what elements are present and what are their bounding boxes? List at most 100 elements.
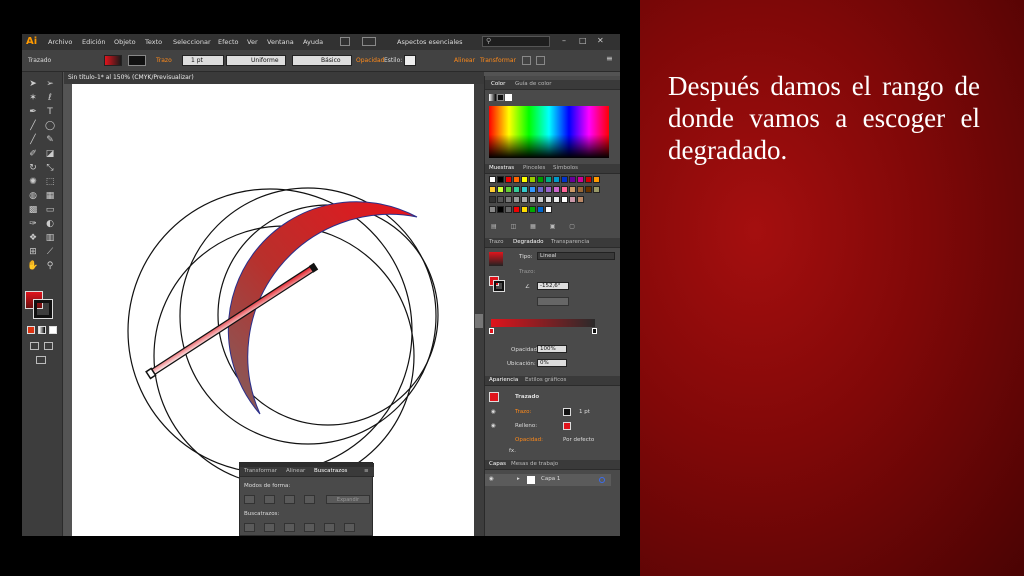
menu-objeto[interactable]: Objeto	[114, 38, 136, 46]
unite-icon[interactable]	[244, 495, 255, 504]
type-tool-icon[interactable]: T	[44, 106, 56, 118]
warp-tool-icon[interactable]: ✺	[27, 176, 39, 188]
style-swatch[interactable]	[404, 55, 416, 66]
appearance-fill-label[interactable]: Relleno:	[515, 423, 537, 429]
magic-wand-tool-icon[interactable]: ✶	[27, 92, 39, 104]
paintbrush-tool-icon[interactable]: ╱	[27, 134, 39, 146]
gradient-type-select[interactable]: Lineal	[537, 252, 615, 260]
stroke-color-box[interactable]	[33, 299, 53, 319]
blend-tool-icon[interactable]: ◐	[44, 218, 56, 230]
zoom-tool-icon[interactable]: ⚲	[44, 260, 56, 272]
direct-selection-tool-icon[interactable]: ➢	[44, 78, 56, 90]
gradient-fill-icon[interactable]	[489, 94, 496, 101]
eyedropper-tool-icon[interactable]: ✑	[27, 218, 39, 230]
tab-color[interactable]: Color	[491, 81, 505, 87]
align-link[interactable]: Alinear	[454, 55, 475, 66]
tab-transparencia[interactable]: Transparencia	[551, 239, 589, 245]
menu-ayuda[interactable]: Ayuda	[303, 38, 323, 46]
stroke-profile-select[interactable]: Uniforme	[226, 55, 286, 66]
gradient-slider[interactable]	[491, 319, 595, 327]
swatch-row-3[interactable]	[489, 196, 585, 203]
artboard-tool-icon[interactable]: ⊞	[27, 246, 39, 258]
arrange-documents-icon[interactable]	[362, 37, 376, 46]
swatch-row-2[interactable]	[489, 186, 601, 193]
pen-tool-icon[interactable]: ✒	[27, 106, 39, 118]
panel-menu-icon[interactable]: ≡	[606, 54, 613, 63]
outer-circle[interactable]	[127, 188, 413, 474]
free-transform-tool-icon[interactable]: ⬚	[44, 176, 56, 188]
layer-row[interactable]: ◉ ▸ Capa 1	[485, 474, 611, 486]
expand-button[interactable]: Expandir	[326, 495, 370, 504]
color-mode-icon[interactable]	[27, 326, 35, 334]
menu-edicion[interactable]: Edición	[82, 38, 106, 46]
hand-tool-icon[interactable]: ✋	[27, 260, 39, 272]
gradient-location-field[interactable]: 0%	[537, 359, 567, 367]
divide-icon[interactable]	[244, 523, 255, 532]
menu-ventana[interactable]: Ventana	[267, 38, 294, 46]
appearance-stroke-swatch[interactable]	[563, 408, 571, 416]
trim-icon[interactable]	[264, 523, 275, 532]
swatches-footer-icons[interactable]: ▤ ◫ ▦ ▣ ▢	[491, 223, 581, 230]
intersect-icon[interactable]	[284, 495, 295, 504]
scale-tool-icon[interactable]: ⤡	[44, 162, 56, 174]
close-icon[interactable]: ✕	[597, 36, 604, 45]
outline-icon[interactable]	[324, 523, 335, 532]
minus-front-icon[interactable]	[264, 495, 275, 504]
eraser-tool-icon[interactable]: ◪	[44, 148, 56, 160]
line-tool-icon[interactable]: ╱	[27, 120, 39, 132]
stroke-width-field[interactable]: 1 pt	[182, 55, 224, 66]
tab-transformar[interactable]: Transformar	[244, 468, 277, 474]
tab-muestras[interactable]: Muestras	[489, 165, 514, 171]
swatch-row-4[interactable]	[489, 206, 553, 213]
merge-icon[interactable]	[284, 523, 295, 532]
tab-buscatrazos[interactable]: Buscatrazos	[314, 468, 347, 474]
tab-simbolos[interactable]: Símbolos	[553, 165, 578, 171]
brush-select[interactable]: Básico	[292, 55, 352, 66]
gradient-stroke-swatch[interactable]	[493, 280, 505, 292]
symbol-sprayer-tool-icon[interactable]: ❖	[27, 232, 39, 244]
tab-capas[interactable]: Capas	[489, 461, 506, 467]
appearance-fill-swatch[interactable]	[563, 422, 571, 430]
workspace-switcher[interactable]: Aspectos esenciales	[397, 38, 463, 46]
perspective-grid-tool-icon[interactable]: ▦	[44, 190, 56, 202]
appearance-stroke-label[interactable]: Trazo:	[515, 409, 531, 415]
gradient-opacity-field[interactable]: 100%	[537, 345, 567, 353]
blob-brush-tool-icon[interactable]: ✐	[27, 148, 39, 160]
minimize-icon[interactable]: –	[562, 36, 566, 45]
selection-tool-icon[interactable]: ➤	[27, 78, 39, 90]
menu-texto[interactable]: Texto	[145, 38, 162, 46]
menu-ver[interactable]: Ver	[247, 38, 258, 46]
menu-efecto[interactable]: Efecto	[218, 38, 239, 46]
tab-mesas-trabajo[interactable]: Mesas de trabajo	[511, 461, 558, 467]
lower-circle[interactable]	[153, 225, 415, 487]
tab-apariencia[interactable]: Apariencia	[489, 377, 518, 383]
crop-icon[interactable]	[304, 523, 315, 532]
vertical-scrollbar[interactable]	[474, 84, 484, 536]
swatch-row-1[interactable]	[489, 176, 601, 183]
transform-link[interactable]: Transformar	[480, 55, 516, 66]
isolate-icon[interactable]	[522, 56, 531, 65]
aspect-ratio-field[interactable]	[537, 297, 569, 306]
fill-swatch[interactable]	[104, 55, 122, 66]
white-icon[interactable]	[505, 94, 512, 101]
ellipse-tool-icon[interactable]: ◯	[44, 120, 56, 132]
fx-button[interactable]: fx.	[509, 448, 516, 454]
tab-trazo[interactable]: Trazo	[489, 239, 503, 245]
none-mode-icon[interactable]	[49, 326, 57, 334]
tab-guia-color[interactable]: Guía de color	[515, 81, 552, 87]
stroke-label-link[interactable]: Trazo	[156, 55, 172, 66]
draw-mode-icon[interactable]	[30, 342, 39, 350]
gradient-tool-icon[interactable]: ▭	[44, 204, 56, 216]
gradient-stop-end[interactable]	[592, 328, 597, 334]
tab-alinear[interactable]: Alinear	[286, 468, 305, 474]
pencil-tool-icon[interactable]: ✎	[44, 134, 56, 146]
recolor-icon[interactable]	[536, 56, 545, 65]
change-screen-mode-icon[interactable]	[36, 356, 46, 364]
slice-tool-icon[interactable]: ⟋	[44, 246, 56, 258]
layer-expand-icon[interactable]: ▸	[517, 476, 520, 482]
exclude-icon[interactable]	[304, 495, 315, 504]
mesh-tool-icon[interactable]: ▩	[27, 204, 39, 216]
gradient-thumbnail[interactable]	[489, 252, 503, 266]
appearance-opacity-label[interactable]: Opacidad:	[515, 437, 543, 443]
maximize-icon[interactable]: □	[579, 36, 587, 45]
